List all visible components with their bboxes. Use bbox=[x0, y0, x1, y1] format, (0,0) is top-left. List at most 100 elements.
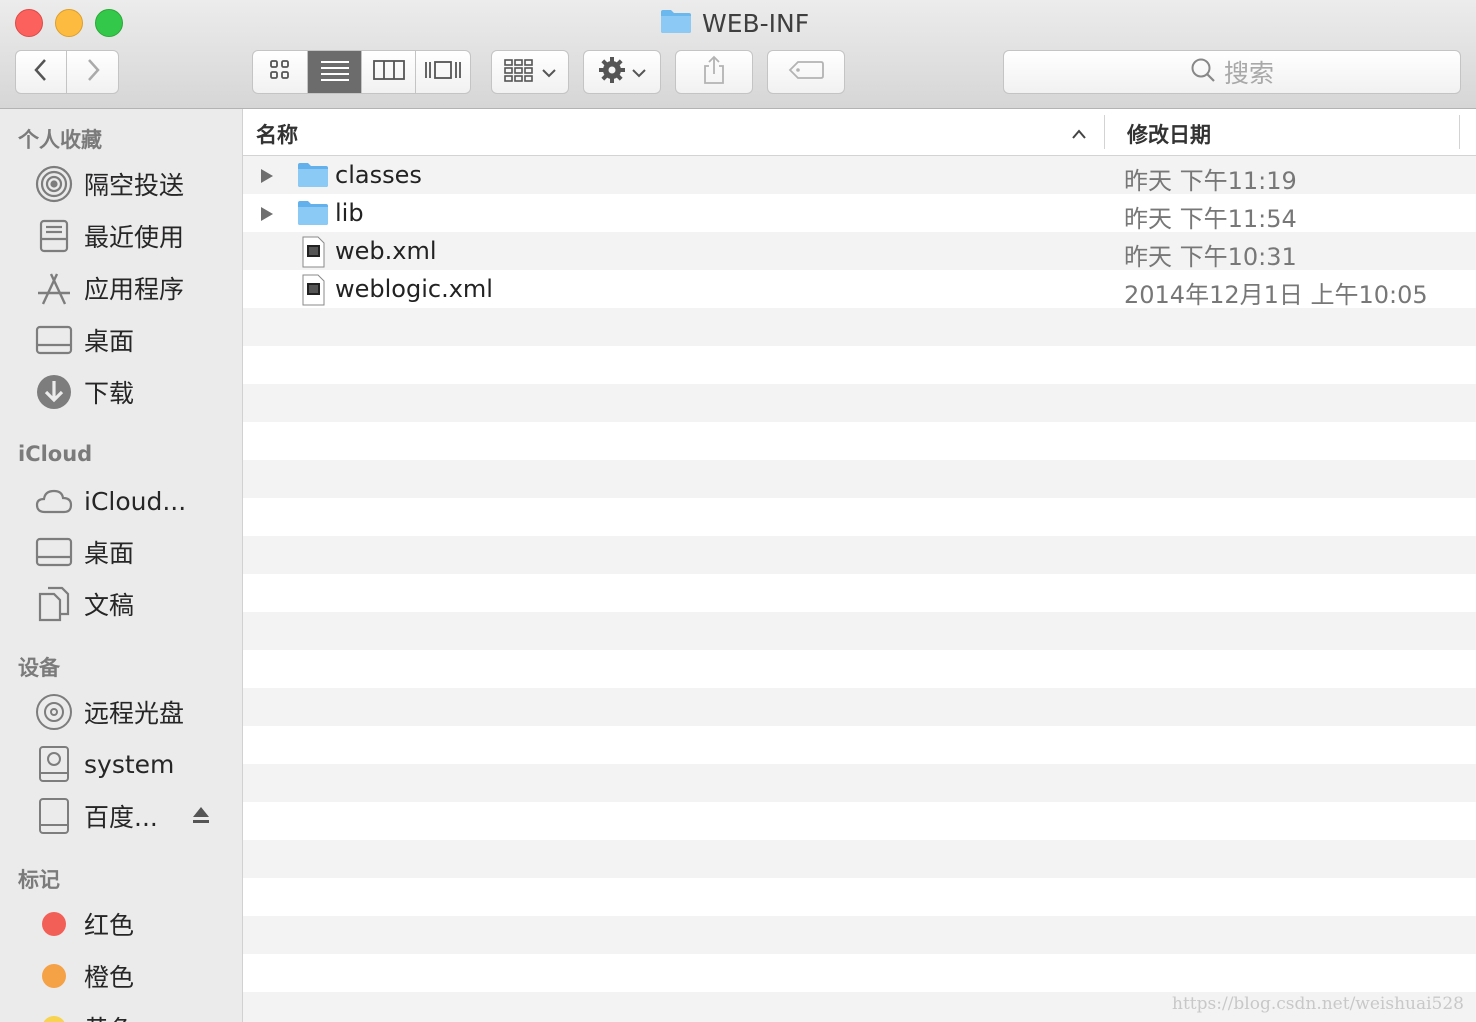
icon-view-button[interactable] bbox=[253, 51, 308, 93]
list-view-button[interactable] bbox=[308, 51, 362, 93]
file-date: 2014年12月1日 上午10:05 bbox=[1124, 281, 1428, 309]
sidebar-item-label: iCloud... bbox=[84, 486, 187, 516]
empty-row bbox=[243, 498, 1476, 536]
download-arrow-icon bbox=[34, 372, 74, 412]
search-field[interactable]: 搜索 bbox=[1003, 50, 1461, 94]
sidebar-item-tag-red[interactable]: 红色 bbox=[34, 902, 234, 946]
tag-dot-icon bbox=[34, 1008, 74, 1022]
documents-icon bbox=[34, 584, 74, 624]
folder-icon bbox=[297, 198, 329, 228]
recents-icon bbox=[34, 216, 74, 256]
sidebar-item-applications[interactable]: 应用程序 bbox=[34, 266, 234, 310]
sidebar-item-label: 桌面 bbox=[84, 539, 135, 568]
sidebar-item-desktop[interactable]: 桌面 bbox=[34, 318, 234, 362]
sidebar-item-label: 应用程序 bbox=[84, 275, 185, 304]
sidebar-item-icloud-drive[interactable]: iCloud... bbox=[34, 479, 234, 523]
folder-icon bbox=[297, 160, 329, 190]
maximize-window-button[interactable] bbox=[95, 9, 123, 37]
cover-flow-view-button[interactable] bbox=[416, 51, 470, 93]
sidebar-item-label: 橙色 bbox=[84, 963, 135, 992]
watermark-text: https://blog.csdn.net/weishuai528 bbox=[1172, 994, 1464, 1014]
share-button[interactable] bbox=[675, 50, 753, 94]
file-row-lib[interactable]: lib 昨天 下午11:54 bbox=[243, 194, 1476, 233]
empty-row bbox=[243, 650, 1476, 688]
red-tag-dot-icon bbox=[42, 912, 66, 936]
file-row-weblogic-xml[interactable]: weblogic.xml 2014年12月1日 上午10:05 bbox=[243, 270, 1476, 309]
empty-row bbox=[243, 802, 1476, 840]
forward-button[interactable] bbox=[67, 51, 118, 93]
folder-icon bbox=[660, 8, 692, 38]
file-list: 名称 修改日期 classes 昨天 下午11:19 lib 昨天 下午11:5… bbox=[243, 109, 1476, 1022]
sidebar-item-remote-disc[interactable]: 远程光盘 bbox=[34, 690, 234, 734]
window-title-text: WEB-INF bbox=[702, 8, 810, 38]
external-drive-icon bbox=[34, 796, 74, 836]
hard-drive-icon bbox=[34, 744, 74, 784]
sidebar-item-downloads[interactable]: 下载 bbox=[34, 370, 234, 414]
column-divider[interactable] bbox=[1104, 115, 1105, 149]
file-name: classes bbox=[335, 161, 422, 189]
column-view-button[interactable] bbox=[362, 51, 416, 93]
sort-ascending-icon[interactable] bbox=[1071, 125, 1087, 144]
view-mode-control bbox=[252, 50, 471, 94]
xml-file-icon bbox=[297, 274, 329, 306]
file-row-classes[interactable]: classes 昨天 下午11:19 bbox=[243, 156, 1476, 195]
tags-button[interactable] bbox=[767, 50, 845, 94]
disclosure-triangle-icon[interactable] bbox=[259, 168, 275, 188]
tag-icon bbox=[788, 60, 824, 84]
sidebar-header-tags: 标记 bbox=[18, 868, 60, 892]
sidebar-header-icloud: iCloud bbox=[18, 442, 93, 466]
desktop-icon bbox=[34, 532, 74, 572]
column-header-name[interactable]: 名称 bbox=[256, 119, 298, 149]
sidebar-item-tag-orange[interactable]: 橙色 bbox=[34, 954, 234, 998]
action-button[interactable] bbox=[583, 50, 661, 94]
empty-row bbox=[243, 422, 1476, 460]
sidebar-item-label: system bbox=[84, 749, 175, 779]
sidebar: 个人收藏 隔空投送 最近使用 应用程序 桌面 下载 iCloud iCloud.… bbox=[0, 109, 243, 1022]
sidebar-item-system[interactable]: system bbox=[34, 742, 234, 786]
disclosure-triangle-icon[interactable] bbox=[259, 206, 275, 226]
icloud-icon bbox=[34, 481, 74, 521]
chevron-down-icon bbox=[632, 63, 646, 82]
sidebar-item-recents[interactable]: 最近使用 bbox=[34, 214, 234, 258]
column-header: 名称 修改日期 bbox=[243, 109, 1476, 156]
empty-row bbox=[243, 916, 1476, 954]
sidebar-item-label: 百度... bbox=[84, 803, 158, 832]
airdrop-icon bbox=[34, 164, 74, 204]
arrange-button[interactable] bbox=[491, 50, 569, 94]
file-date: 昨天 下午11:54 bbox=[1124, 205, 1297, 233]
empty-row bbox=[243, 384, 1476, 422]
sidebar-item-airdrop[interactable]: 隔空投送 bbox=[34, 162, 234, 206]
file-name: lib bbox=[335, 199, 364, 227]
minimize-window-button[interactable] bbox=[55, 9, 83, 37]
file-date: 昨天 下午10:31 bbox=[1124, 243, 1297, 271]
sidebar-item-label: 桌面 bbox=[84, 327, 135, 356]
empty-row bbox=[243, 346, 1476, 384]
empty-row bbox=[243, 726, 1476, 764]
eject-icon[interactable] bbox=[191, 805, 211, 829]
empty-row bbox=[243, 536, 1476, 574]
back-button[interactable] bbox=[16, 51, 68, 93]
column-divider[interactable] bbox=[1459, 115, 1460, 149]
empty-row bbox=[243, 878, 1476, 916]
applications-icon bbox=[34, 268, 74, 308]
list-icon bbox=[320, 59, 350, 85]
nav-buttons bbox=[15, 50, 119, 94]
file-name: web.xml bbox=[335, 237, 437, 265]
sidebar-header-devices: 设备 bbox=[18, 656, 60, 680]
search-placeholder: 搜索 bbox=[1223, 59, 1274, 88]
file-rows: classes 昨天 下午11:19 lib 昨天 下午11:54 web.xm… bbox=[243, 156, 1476, 1022]
desktop-icon bbox=[34, 320, 74, 360]
sidebar-item-label: 红色 bbox=[84, 911, 135, 940]
yellow-tag-dot-icon bbox=[42, 1016, 66, 1022]
sidebar-item-label: 下载 bbox=[84, 379, 135, 408]
sidebar-item-label: 远程光盘 bbox=[84, 699, 185, 728]
empty-row bbox=[243, 764, 1476, 802]
close-window-button[interactable] bbox=[15, 9, 43, 37]
sidebar-item-icloud-desktop[interactable]: 桌面 bbox=[34, 530, 234, 574]
sidebar-item-documents[interactable]: 文稿 bbox=[34, 582, 234, 626]
empty-row bbox=[243, 460, 1476, 498]
sidebar-item-tag-yellow[interactable]: 黄色 bbox=[34, 1006, 234, 1022]
file-row-web-xml[interactable]: web.xml 昨天 下午10:31 bbox=[243, 232, 1476, 271]
tag-dot-icon bbox=[34, 904, 74, 944]
column-header-date-modified[interactable]: 修改日期 bbox=[1127, 119, 1211, 149]
